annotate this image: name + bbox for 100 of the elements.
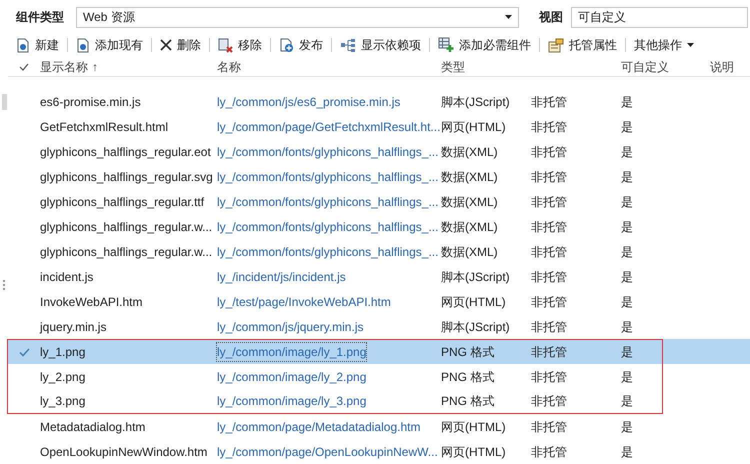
column-header[interactable]: 说明	[710, 58, 750, 76]
table-cell-text: 是	[621, 344, 634, 361]
link[interactable]: ly_/common/page/GetFetchxmlResult.ht...	[217, 118, 441, 136]
table-cell-text: 数据(XML)	[441, 194, 499, 210]
table-cell-text: 是	[621, 418, 634, 436]
toolbar-button[interactable]: 其他操作	[632, 36, 696, 54]
table-cell-text: OpenLookupinNewWindow.htm	[40, 444, 208, 460]
table-cell-text: 是	[621, 294, 634, 310]
table-row[interactable]: Metadatadialog.htm ly_/common/page/Metadatadialog.htm 网页(HTML) 非托管 是	[8, 414, 750, 439]
link[interactable]: ly_/common/image/ly_1.png	[217, 343, 366, 361]
toolbar-button[interactable]: 新建	[14, 36, 61, 54]
table-cell-text: ly_1.png	[40, 344, 86, 361]
table-cell-text: 是	[621, 168, 634, 186]
table-cell-text: 网页(HTML)	[441, 118, 507, 136]
table-cell-text: 是	[621, 368, 634, 386]
table-cell-text: 非托管	[531, 418, 568, 436]
table-cell-text: 是	[621, 244, 634, 260]
table-row[interactable]: glyphicons_halflings_regular.eot ly_/common/fonts/glyphicons_halflings_... 数据(XML) 非托管 是	[8, 139, 750, 164]
table-cell-text: 非托管	[531, 94, 568, 110]
checkmark-icon	[18, 348, 30, 356]
table-cell-text: 非托管	[531, 268, 568, 286]
table-row[interactable]: ly_1.png ly_/common/image/ly_1.png PNG 格式 非托管 是	[8, 339, 750, 364]
table-cell-text: incident.js	[40, 268, 94, 286]
link[interactable]: ly_/common/fonts/glyphicons_halflings_...	[217, 242, 441, 260]
toolbar-button[interactable]: 添加现有	[74, 36, 145, 54]
checkmark-icon[interactable]	[19, 63, 29, 71]
link[interactable]: ly_/common/page/OpenLookupinNewW...	[217, 442, 441, 460]
grid-plus-icon	[438, 37, 454, 53]
table-row[interactable]: glyphicons_halflings_regular.ttf ly_/common/fonts/glyphicons_halflings_... 数据(XML) 非托管 是	[8, 189, 750, 214]
link[interactable]: ly_/common/image/ly_3.png	[217, 392, 441, 410]
link[interactable]: ly_/test/page/InvokeWebAPI.htm	[217, 292, 441, 310]
table-cell-text: glyphicons_halflings_regular.eot	[40, 144, 212, 160]
table-cell-text: 非托管	[531, 168, 568, 186]
table-cell-text: 网页(HTML)	[441, 418, 507, 436]
close-icon	[160, 39, 172, 51]
link[interactable]: ly_/common/js/es6_promise.min.js	[217, 92, 441, 110]
column-header[interactable]: 显示名称 ↑	[40, 58, 217, 76]
column-header[interactable]: 可自定义	[621, 58, 710, 76]
caret-icon	[687, 43, 694, 47]
table-cell-text: 网页(HTML)	[441, 444, 507, 460]
table-cell-text: ly_3.png	[40, 393, 86, 410]
toolbar-button[interactable]: 发布	[277, 36, 325, 54]
caret-icon	[505, 15, 512, 19]
list-remove-icon	[218, 38, 233, 52]
table-cell-text: glyphicons_halflings_regular.w...	[40, 218, 214, 236]
table-row[interactable]: es6-promise.min.js ly_/common/js/es6_promise.min.js 脚本(JScript) 非托管 是	[8, 89, 750, 114]
toolbar-button[interactable]: 添加必需组件	[436, 36, 533, 54]
table-row[interactable]: InvokeWebAPI.htm ly_/test/page/InvokeWebAPI.htm 网页(HTML) 非托管 是	[8, 289, 750, 314]
scroll-handle[interactable]	[2, 94, 6, 110]
link[interactable]: ly_/common/fonts/glyphicons_halflings_...	[217, 218, 441, 236]
table-row[interactable]: jquery.min.js ly_/common/js/jquery.min.js 脚本(JScript) 非托管 是	[8, 314, 750, 339]
toolbar-button[interactable]: 托管属性	[546, 36, 619, 54]
table-cell-text: 是	[621, 144, 634, 160]
table-cell-text: 数据(XML)	[441, 218, 499, 236]
table-row[interactable]: glyphicons_halflings_regular.w... ly_/common/fonts/glyphicons_halflings_... 数据(XML) 非托管 是	[8, 239, 750, 264]
view-dropdown[interactable]: 可自定义	[571, 6, 748, 28]
table-cell-text: 非托管	[531, 444, 568, 460]
column-header[interactable]: 类型	[441, 58, 621, 76]
table-row[interactable]: glyphicons_halflings_regular.w... ly_/common/fonts/glyphicons_halflings_... 数据(XML) 非托管 是	[8, 214, 750, 239]
table-row[interactable]: ly_3.png ly_/common/image/ly_3.png PNG 格式 非托管 是	[8, 389, 750, 414]
table-cell-text: 非托管	[531, 368, 568, 386]
table-cell-text: 网页(HTML)	[441, 294, 507, 310]
link[interactable]: ly_/common/js/jquery.min.js	[217, 318, 441, 336]
table-cell-text: InvokeWebAPI.htm	[40, 294, 144, 310]
document-icon	[16, 38, 30, 52]
table-cell-text: 非托管	[531, 118, 568, 136]
toolbar-button[interactable]: 删除	[158, 36, 203, 54]
table-row[interactable]: glyphicons_halflings_regular.svg ly_/common/fonts/glyphicons_halflings_... 数据(XML) 非托管 是	[8, 164, 750, 189]
link[interactable]: ly_/common/page/Metadatadialog.htm	[217, 418, 441, 436]
table-cell-text: 是	[621, 94, 634, 110]
link[interactable]: ly_/common/fonts/glyphicons_halflings_...	[217, 142, 441, 160]
table-row[interactable]: GetFetchxmlResult.html ly_/common/page/GetFetchxmlResult.ht...网页(HTML) 非托管 是	[8, 114, 750, 139]
table-cell-text: 数据(XML)	[441, 244, 499, 260]
link[interactable]: ly_/common/image/ly_2.png	[217, 368, 441, 386]
table-row[interactable]: ly_2.png ly_/common/image/ly_2.png PNG 格式 非托管 是	[8, 364, 750, 389]
component-type-dropdown[interactable]: Web 资源	[76, 6, 519, 28]
document-icon	[76, 38, 90, 52]
table-cell-text: glyphicons_halflings_regular.w...	[40, 244, 214, 260]
link[interactable]: ly_/common/fonts/glyphicons_halflings_...	[217, 192, 441, 210]
table-cell-text: ly_2.png	[40, 368, 86, 386]
component-type-label: 组件类型	[16, 9, 65, 26]
toolbar-button[interactable]: 移除	[216, 36, 264, 54]
table-cell-text: 非托管	[531, 318, 568, 336]
column-header[interactable]: 名称	[217, 58, 441, 76]
link[interactable]: ly_/common/fonts/glyphicons_halflings_...	[217, 168, 441, 186]
table-row[interactable]: incident.js ly_/incident/js/incident.js 脚本(JScript) 非托管 是	[8, 264, 750, 289]
table-cell-text: 非托管	[531, 244, 568, 260]
table-cell-text: 数据(XML)	[441, 144, 499, 160]
table-cell-text: 是	[621, 118, 634, 136]
link[interactable]: ly_/incident/js/incident.js	[217, 268, 441, 286]
table-cell-text: 是	[621, 393, 634, 410]
table-cell-text: glyphicons_halflings_regular.svg	[40, 168, 214, 186]
table-cell-text: 非托管	[531, 144, 568, 160]
table-cell-text: 是	[621, 194, 634, 210]
table-cell-text: GetFetchxmlResult.html	[40, 118, 170, 136]
table-cell-text: 脚本(JScript)	[441, 94, 511, 110]
table-cell-text: 非托管	[531, 344, 568, 361]
table-cell-text: 非托管	[531, 218, 568, 236]
table-row[interactable]: OpenLookupinNewWindow.htm ly_/common/page/OpenLookupinNewW... 网页(HTML) 非托管 是	[8, 439, 750, 464]
toolbar-button[interactable]: 显示依赖项	[338, 36, 423, 54]
